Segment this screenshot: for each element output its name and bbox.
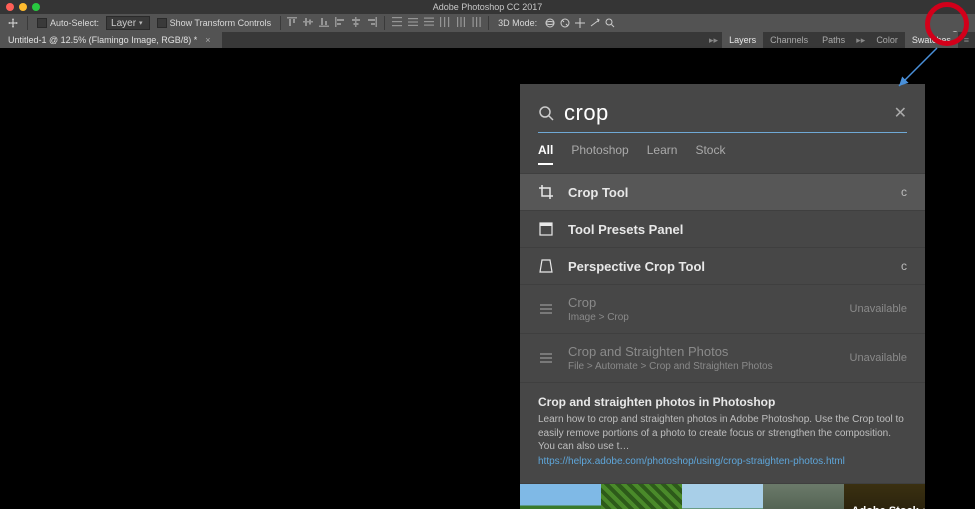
search-tab-learn[interactable]: Learn bbox=[647, 143, 678, 165]
traffic-lights[interactable] bbox=[6, 3, 40, 11]
adobe-stock-button[interactable]: Adobe Stock › bbox=[844, 484, 934, 509]
perspective-crop-icon bbox=[538, 258, 554, 274]
search-results: Crop Tool c Tool Presets Panel Perspecti… bbox=[520, 173, 925, 382]
result-status: Unavailable bbox=[850, 352, 907, 364]
align-vcenter-icon[interactable] bbox=[302, 16, 314, 28]
search-tab-all[interactable]: All bbox=[538, 143, 553, 165]
stock-thumb-3[interactable] bbox=[682, 484, 763, 509]
zoom-window-icon[interactable] bbox=[32, 3, 40, 11]
result-subpath: File > Automate > Crop and Straighten Ph… bbox=[568, 361, 836, 372]
result-label: Tool Presets Panel bbox=[568, 222, 893, 237]
result-shortcut: c bbox=[901, 259, 907, 273]
panel-icon bbox=[538, 221, 554, 237]
search-icon bbox=[538, 105, 554, 121]
panel-tab-strip: ▸▸ Layers Channels Paths ▸▸ Color Swatch… bbox=[705, 32, 975, 48]
3d-orbit-icon[interactable] bbox=[544, 17, 556, 29]
show-transform-label: Show Transform Controls bbox=[170, 18, 272, 28]
distribute-bottom-icon[interactable] bbox=[423, 16, 435, 28]
align-right-icon[interactable] bbox=[366, 16, 378, 28]
stock-thumb-5[interactable]: Adobe Stock › bbox=[844, 484, 925, 509]
menu-icon bbox=[538, 350, 554, 366]
result-crop-straighten-menu[interactable]: Crop and Straighten Photos File > Automa… bbox=[520, 333, 925, 382]
result-crop-tool[interactable]: Crop Tool c bbox=[520, 173, 925, 210]
search-filter-tabs: All Photoshop Learn Stock bbox=[520, 143, 925, 173]
swatches-panel-tab[interactable]: Swatches bbox=[905, 32, 958, 48]
auto-select-dropdown[interactable]: Layer▾ bbox=[106, 16, 150, 30]
align-left-icon[interactable] bbox=[334, 16, 346, 28]
distribute-vcenter-icon[interactable] bbox=[407, 16, 419, 28]
3d-zoom-icon[interactable] bbox=[604, 17, 616, 29]
result-crop-menu[interactable]: Crop Image > Crop Unavailable bbox=[520, 284, 925, 333]
stock-thumbnails: Adobe Stock › bbox=[520, 483, 925, 509]
align-hcenter-icon[interactable] bbox=[350, 16, 362, 28]
3d-mode-label: 3D Mode: bbox=[494, 16, 541, 30]
result-perspective-crop-tool[interactable]: Perspective Crop Tool c bbox=[520, 247, 925, 284]
document-tab-title: Untitled-1 @ 12.5% (Flamingo Image, RGB/… bbox=[8, 35, 197, 45]
result-subpath: Image > Crop bbox=[568, 312, 836, 323]
3d-roll-icon[interactable] bbox=[559, 17, 571, 29]
close-search-icon[interactable]: ✕ bbox=[894, 103, 907, 123]
3d-slide-icon[interactable] bbox=[589, 17, 601, 29]
stock-thumb-2[interactable] bbox=[601, 484, 682, 509]
close-window-icon[interactable] bbox=[6, 3, 14, 11]
chevron-right-icon: › bbox=[923, 505, 927, 509]
result-tool-presets-panel[interactable]: Tool Presets Panel bbox=[520, 210, 925, 247]
crop-icon bbox=[538, 184, 554, 200]
result-shortcut: c bbox=[901, 185, 907, 199]
stock-cta-label: Adobe Stock bbox=[852, 505, 919, 509]
stock-thumb-1[interactable] bbox=[520, 484, 601, 509]
distribute-right-icon[interactable] bbox=[471, 16, 483, 28]
distribute-top-icon[interactable] bbox=[391, 16, 403, 28]
show-transform-checkbox[interactable]: Show Transform Controls bbox=[153, 16, 276, 30]
stock-thumb-4[interactable] bbox=[763, 484, 844, 509]
auto-select-label: Auto-Select: bbox=[50, 18, 99, 28]
result-label: Perspective Crop Tool bbox=[568, 259, 887, 274]
align-icons-group bbox=[286, 16, 483, 30]
document-tabs: Untitled-1 @ 12.5% (Flamingo Image, RGB/… bbox=[0, 32, 705, 48]
panel2-expand-icon[interactable]: ▸▸ bbox=[852, 35, 869, 46]
result-label: Crop bbox=[568, 295, 836, 310]
menu-icon bbox=[538, 301, 554, 317]
move-tool-icon[interactable] bbox=[4, 16, 22, 30]
panel-menu-icon[interactable]: ≡ bbox=[958, 35, 975, 45]
search-input[interactable] bbox=[564, 100, 884, 126]
learn-title: Crop and straighten photos in Photoshop bbox=[538, 395, 907, 409]
align-bottom-icon[interactable] bbox=[318, 16, 330, 28]
learn-link[interactable]: https://helpx.adobe.com/photoshop/using/… bbox=[538, 456, 907, 467]
result-label: Crop and Straighten Photos bbox=[568, 344, 836, 359]
window-titlebar: Adobe Photoshop CC 2017 bbox=[0, 0, 975, 14]
app-search-panel: ✕ All Photoshop Learn Stock Crop Tool c … bbox=[520, 84, 925, 509]
auto-select-checkbox[interactable]: Auto-Select: bbox=[33, 16, 103, 30]
distribute-left-icon[interactable] bbox=[439, 16, 451, 28]
align-top-icon[interactable] bbox=[286, 16, 298, 28]
auto-select-value: Layer bbox=[111, 18, 136, 29]
search-tab-photoshop[interactable]: Photoshop bbox=[571, 143, 628, 165]
paths-panel-tab[interactable]: Paths bbox=[815, 32, 852, 48]
chevron-down-icon: ▾ bbox=[139, 19, 143, 27]
app-title: Adobe Photoshop CC 2017 bbox=[433, 2, 543, 12]
color-panel-tab[interactable]: Color bbox=[869, 32, 905, 48]
search-tab-stock[interactable]: Stock bbox=[695, 143, 725, 165]
search-underline bbox=[538, 132, 907, 133]
3d-pan-icon[interactable] bbox=[574, 17, 586, 29]
channels-panel-tab[interactable]: Channels bbox=[763, 32, 815, 48]
learn-result[interactable]: Crop and straighten photos in Photoshop … bbox=[520, 382, 925, 477]
result-status: Unavailable bbox=[850, 303, 907, 315]
minimize-window-icon[interactable] bbox=[19, 3, 27, 11]
close-tab-icon[interactable]: × bbox=[205, 35, 210, 45]
document-tab[interactable]: Untitled-1 @ 12.5% (Flamingo Image, RGB/… bbox=[0, 32, 222, 48]
panel-expand-icon[interactable]: ▸▸ bbox=[705, 35, 722, 46]
options-bar: Auto-Select: Layer▾ Show Transform Contr… bbox=[0, 14, 975, 32]
result-label: Crop Tool bbox=[568, 185, 887, 200]
app-root: Adobe Photoshop CC 2017 Auto-Select: Lay… bbox=[0, 0, 975, 509]
layers-panel-tab[interactable]: Layers bbox=[722, 32, 763, 48]
distribute-hcenter-icon[interactable] bbox=[455, 16, 467, 28]
learn-description: Learn how to crop and straighten photos … bbox=[538, 413, 907, 454]
